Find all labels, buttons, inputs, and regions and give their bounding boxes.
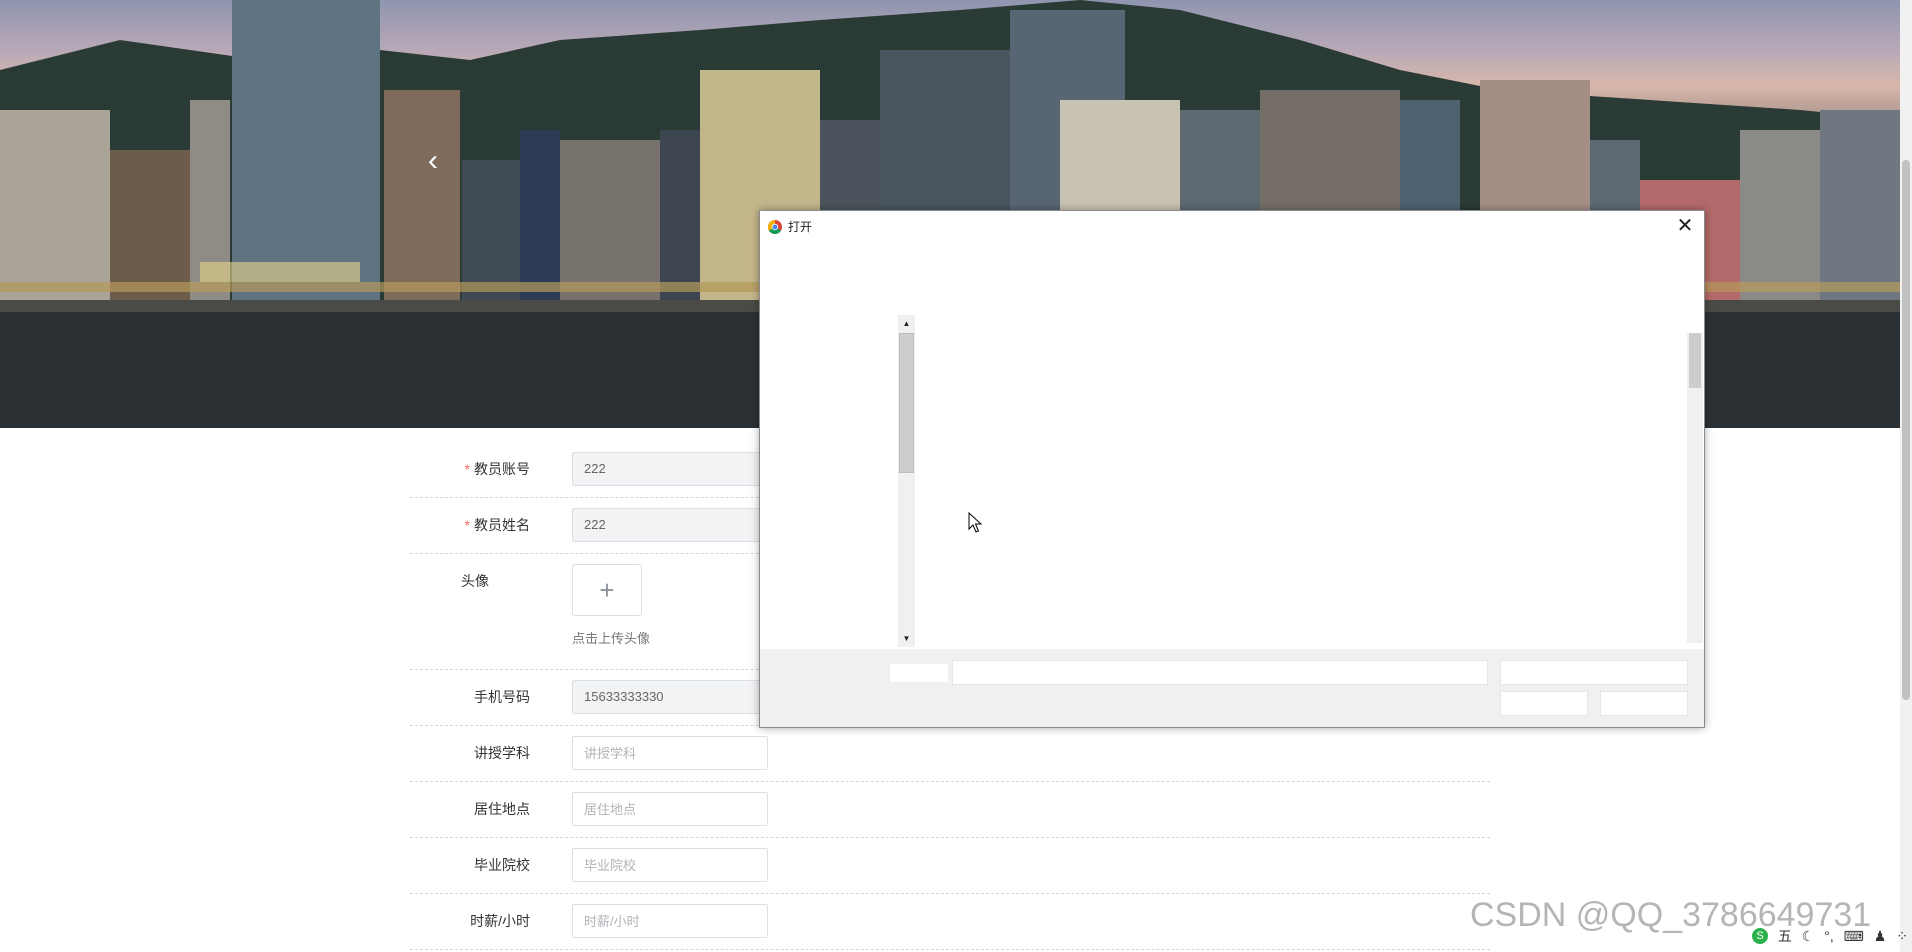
school-input[interactable] — [572, 848, 768, 882]
account-label: * 教员账号 — [410, 442, 530, 497]
account-input[interactable]: 222 — [572, 452, 768, 486]
school-label: 毕业院校 — [474, 857, 530, 873]
required-mark: * — [464, 517, 470, 533]
punctuation-icon[interactable]: °, — [1824, 928, 1834, 944]
avatar-upload-tip: 点击上传头像 — [572, 631, 651, 646]
form-row-hourly-wage: 时薪/小时 — [410, 894, 1490, 950]
ime-mode-indicator[interactable]: 五 — [1778, 928, 1792, 944]
account-label-text: 教员账号 — [474, 461, 530, 477]
address-input[interactable] — [572, 792, 768, 826]
filename-label — [890, 664, 948, 682]
dialog-titlebar[interactable]: 打开 ✕ — [760, 211, 1704, 241]
carousel-prev-button[interactable]: ‹ — [418, 146, 448, 176]
folder-pane-scrollbar-thumb[interactable] — [899, 333, 914, 473]
close-icon: ✕ — [1676, 215, 1694, 237]
dialog-title: 打开 — [788, 220, 813, 234]
page: ‹ * 教员账号 222 * 教员姓名 222 头像 + 点击上传头像 手机号码 1… — [0, 0, 1912, 952]
moon-icon[interactable]: ☾ — [1802, 928, 1815, 944]
dialog-close-button[interactable]: ✕ — [1674, 215, 1696, 237]
cancel-button[interactable] — [1600, 691, 1688, 716]
filetype-select[interactable] — [1500, 660, 1688, 685]
subject-label: 讲授学科 — [474, 745, 530, 761]
plus-icon: + — [599, 575, 615, 605]
filename-input[interactable] — [952, 660, 1488, 685]
form-row-address: 居住地点 — [410, 782, 1490, 838]
phone-input[interactable]: 15633333330 — [572, 680, 768, 714]
avatar-label: 头像 — [461, 573, 489, 589]
folder-pane-scrollbar[interactable]: ▲ ▼ — [898, 315, 915, 647]
user-icon[interactable]: ♟ — [1874, 928, 1887, 944]
hourly-wage-label: 时薪/小时 — [470, 913, 530, 929]
name-input[interactable]: 222 — [572, 508, 768, 542]
ime-logo-icon[interactable]: S — [1752, 928, 1768, 944]
required-mark: * — [464, 461, 470, 477]
open-file-dialog: 打开 ✕ ▲ ▼ — [759, 210, 1705, 728]
file-list-scrollbar[interactable] — [1687, 333, 1703, 643]
form-row-subject: 讲授学科 — [410, 726, 1490, 782]
dialog-footer — [760, 649, 1704, 727]
chevron-left-icon: ‹ — [428, 144, 438, 177]
address-label: 居住地点 — [474, 801, 530, 817]
file-list-scrollbar-thumb[interactable] — [1689, 333, 1701, 388]
name-label-text: 教员姓名 — [474, 517, 530, 533]
scroll-up-arrow-icon[interactable]: ▲ — [898, 315, 915, 332]
page-scrollbar-thumb[interactable] — [1902, 160, 1910, 700]
hourly-wage-input[interactable] — [572, 904, 768, 938]
ime-tray: S 五 ☾ °, ⌨ ♟ ⁘ — [1752, 926, 1912, 948]
form-row-school: 毕业院校 — [410, 838, 1490, 894]
keyboard-icon[interactable]: ⌨ — [1844, 928, 1864, 944]
avatar-upload-button[interactable]: + — [572, 564, 642, 616]
grid-icon[interactable]: ⁘ — [1896, 928, 1908, 944]
chrome-icon — [768, 220, 782, 234]
page-scrollbar[interactable] — [1900, 0, 1912, 952]
phone-label: 手机号码 — [474, 689, 530, 705]
scroll-down-arrow-icon[interactable]: ▼ — [898, 630, 915, 647]
open-button[interactable] — [1500, 691, 1588, 716]
name-label: * 教员姓名 — [410, 498, 530, 553]
subject-input[interactable] — [572, 736, 768, 770]
mouse-cursor-icon — [968, 512, 982, 533]
